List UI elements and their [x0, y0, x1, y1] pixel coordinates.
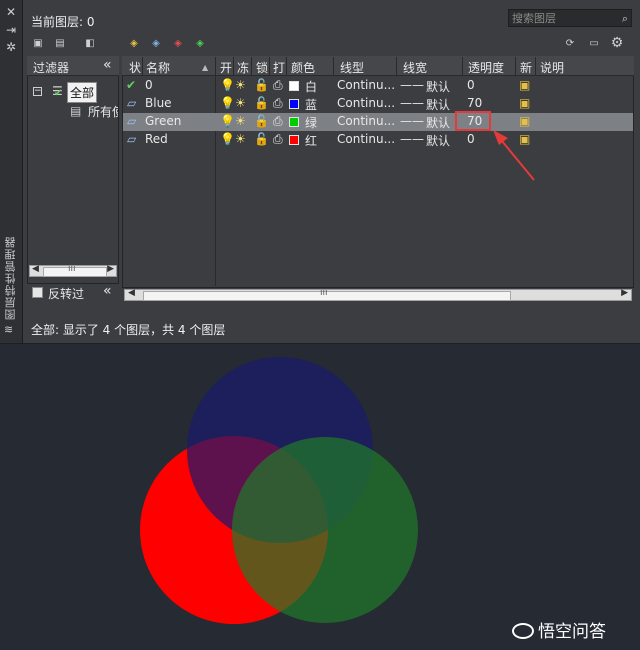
layer-properties-palette: ✕ ⇥ ✲ 图层特性管理器 ≋ 当前图层: 0 搜索图层 ⌕ ▣ ▤ ◧ ◈ ◈…: [0, 0, 640, 344]
drawing-canvas: [140, 357, 418, 624]
grid-h-scrollbar[interactable]: ◀ ııı ▶: [124, 288, 632, 301]
status-line: 全部: 显示了 4 个图层，共 4 个图层: [31, 323, 226, 337]
green-circle[interactable]: [232, 437, 418, 623]
watermark: 悟空问答: [512, 617, 606, 642]
scroll-right-icon[interactable]: ▶: [621, 288, 628, 298]
scroll-left-icon[interactable]: ◀: [128, 288, 135, 298]
wukong-logo-icon: [512, 623, 534, 639]
grid-scroll-thumb[interactable]: ııı: [143, 288, 511, 301]
